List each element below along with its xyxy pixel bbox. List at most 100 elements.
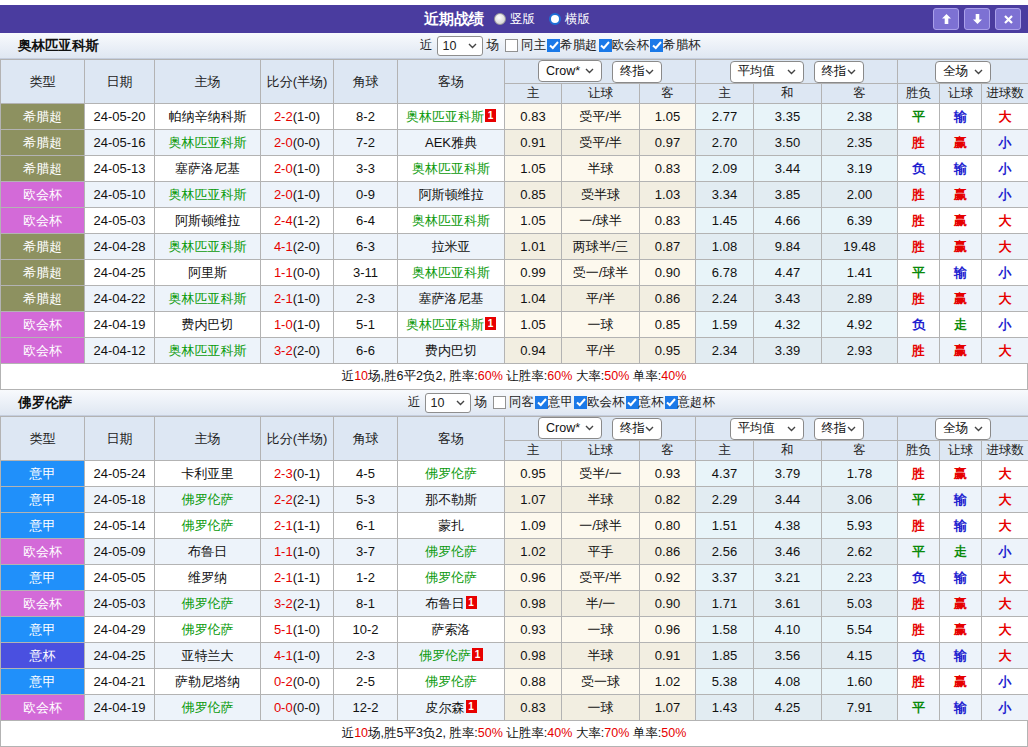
recent-count-select[interactable]: 10 bbox=[437, 36, 483, 56]
away-team: 奥林匹亚科斯1 bbox=[398, 104, 505, 130]
league-badge: 希腊超 bbox=[1, 234, 85, 260]
league-checkbox-3[interactable] bbox=[665, 396, 678, 409]
avg-home-odds: 1.08 bbox=[696, 234, 754, 260]
final-odds-select-2[interactable]: 终指 bbox=[814, 61, 864, 83]
home-team: 费内巴切 bbox=[155, 312, 261, 338]
league-checkbox-0[interactable] bbox=[547, 39, 560, 52]
red-card-badge: 1 bbox=[485, 109, 496, 122]
handicap-home-odds: 1.05 bbox=[505, 208, 562, 234]
same-venue-checkbox[interactable] bbox=[493, 396, 506, 409]
handicap-line: 半球 bbox=[562, 487, 640, 513]
result-goals: 大 bbox=[982, 234, 1028, 260]
scope-select[interactable]: 全场 bbox=[935, 61, 991, 83]
bookmaker-select[interactable]: Crow* bbox=[538, 417, 602, 439]
move-down-button[interactable] bbox=[964, 8, 990, 30]
same-venue-checkbox[interactable] bbox=[505, 39, 518, 52]
final-odds-select-2[interactable]: 终指 bbox=[814, 418, 864, 440]
away-team: 佛罗伦萨 bbox=[398, 565, 505, 591]
home-team: 奥林匹亚科斯 bbox=[155, 130, 261, 156]
average-select[interactable]: 平均值 bbox=[730, 418, 804, 440]
final-odds-select[interactable]: 终指 bbox=[612, 418, 662, 440]
chevron-down-icon bbox=[974, 426, 983, 432]
league-checkbox-2[interactable] bbox=[650, 39, 663, 52]
match-date: 24-05-16 bbox=[85, 130, 155, 156]
avg-draw-odds: 3.61 bbox=[754, 591, 822, 617]
layout-radio-horizontal[interactable]: 横版 bbox=[549, 11, 590, 28]
final-odds-select[interactable]: 终指 bbox=[612, 61, 662, 83]
corners: 2-3 bbox=[334, 286, 398, 312]
handicap-line: 受半/一 bbox=[562, 461, 640, 487]
result-handicap: 赢 bbox=[940, 338, 982, 364]
avg-away-odds: 2.00 bbox=[822, 182, 898, 208]
near-label: 近 bbox=[420, 37, 433, 54]
home-team: 奥林匹亚科斯 bbox=[155, 234, 261, 260]
result-goals: 大 bbox=[982, 487, 1028, 513]
score: 2-3(0-1) bbox=[261, 461, 334, 487]
red-card-badge: 1 bbox=[485, 317, 496, 330]
column-header: 客场 bbox=[398, 417, 505, 461]
corners: 0-9 bbox=[334, 182, 398, 208]
league-badge: 希腊超 bbox=[1, 130, 85, 156]
team-name: 佛罗伦萨 bbox=[0, 394, 72, 412]
league-checkbox-1[interactable] bbox=[574, 396, 587, 409]
match-row: 希腊超24-04-22奥林匹亚科斯2-1(1-0)2-3塞萨洛尼基1.04平/半… bbox=[1, 286, 1028, 312]
result-outcome: 平 bbox=[898, 539, 940, 565]
handicap-away-odds: 0.95 bbox=[640, 338, 696, 364]
handicap-line: 平/半 bbox=[562, 286, 640, 312]
handicap-line: 受平/半 bbox=[562, 104, 640, 130]
league-badge: 希腊超 bbox=[1, 104, 85, 130]
layout-radio-vertical[interactable]: 竖版 bbox=[494, 11, 535, 28]
avg-away-odds: 5.93 bbox=[822, 513, 898, 539]
avg-draw-odds: 4.47 bbox=[754, 260, 822, 286]
corners: 1-2 bbox=[334, 565, 398, 591]
team-name: 奥林匹亚科斯 bbox=[0, 37, 99, 55]
handicap-line: 一/球半 bbox=[562, 208, 640, 234]
handicap-home-odds: 0.98 bbox=[505, 643, 562, 669]
column-header: 主场 bbox=[155, 417, 261, 461]
titlebar: 近期战绩 竖版 横版 bbox=[0, 5, 1028, 33]
handicap-line: 半/一 bbox=[562, 591, 640, 617]
move-up-button[interactable] bbox=[933, 8, 959, 30]
radio-icon bbox=[549, 13, 561, 25]
sub-column-header: 客 bbox=[822, 84, 898, 104]
sub-column-header: 和 bbox=[754, 441, 822, 461]
corners: 12-2 bbox=[334, 695, 398, 721]
average-select[interactable]: 平均值 bbox=[730, 61, 804, 83]
match-date: 24-05-24 bbox=[85, 461, 155, 487]
away-team: 萨索洛 bbox=[398, 617, 505, 643]
result-handicap: 走 bbox=[940, 312, 982, 338]
home-team: 阿斯顿维拉 bbox=[155, 208, 261, 234]
check-icon bbox=[627, 398, 637, 407]
away-team: 佛罗伦萨 bbox=[398, 461, 505, 487]
result-goals: 小 bbox=[982, 130, 1028, 156]
league-checkbox-1[interactable] bbox=[599, 39, 612, 52]
column-header: 比分(半场) bbox=[261, 417, 334, 461]
bookmaker-select[interactable]: Crow* bbox=[538, 60, 602, 82]
result-handicap: 赢 bbox=[940, 591, 982, 617]
page-title: 近期战绩 bbox=[424, 10, 484, 29]
league-checkbox-0[interactable] bbox=[535, 396, 548, 409]
league-checkbox-2[interactable] bbox=[626, 396, 639, 409]
scope-select[interactable]: 全场 bbox=[935, 418, 991, 440]
league-badge: 意甲 bbox=[1, 565, 85, 591]
handicap-away-odds: 0.80 bbox=[640, 513, 696, 539]
column-header: 日期 bbox=[85, 417, 155, 461]
match-row: 希腊超24-05-13塞萨洛尼基2-0(1-0)3-3奥林匹亚科斯1.05半球0… bbox=[1, 156, 1028, 182]
recent-count-select[interactable]: 10 bbox=[425, 393, 471, 413]
league-checkbox-label: 欧会杯 bbox=[587, 394, 625, 411]
sub-column-header: 客 bbox=[640, 441, 696, 461]
corners: 5-3 bbox=[334, 487, 398, 513]
handicap-away-odds: 0.97 bbox=[640, 130, 696, 156]
result-handicap: 赢 bbox=[940, 461, 982, 487]
home-team: 佛罗伦萨 bbox=[155, 617, 261, 643]
result-handicap: 赢 bbox=[940, 286, 982, 312]
handicap-home-odds: 0.94 bbox=[505, 338, 562, 364]
result-handicap: 赢 bbox=[940, 234, 982, 260]
close-button[interactable] bbox=[995, 8, 1021, 30]
league-badge: 欧会杯 bbox=[1, 182, 85, 208]
corners: 3-3 bbox=[334, 156, 398, 182]
handicap-line: 平/半 bbox=[562, 338, 640, 364]
result-handicap: 输 bbox=[940, 643, 982, 669]
avg-home-odds: 2.56 bbox=[696, 539, 754, 565]
score: 2-2(2-1) bbox=[261, 487, 334, 513]
